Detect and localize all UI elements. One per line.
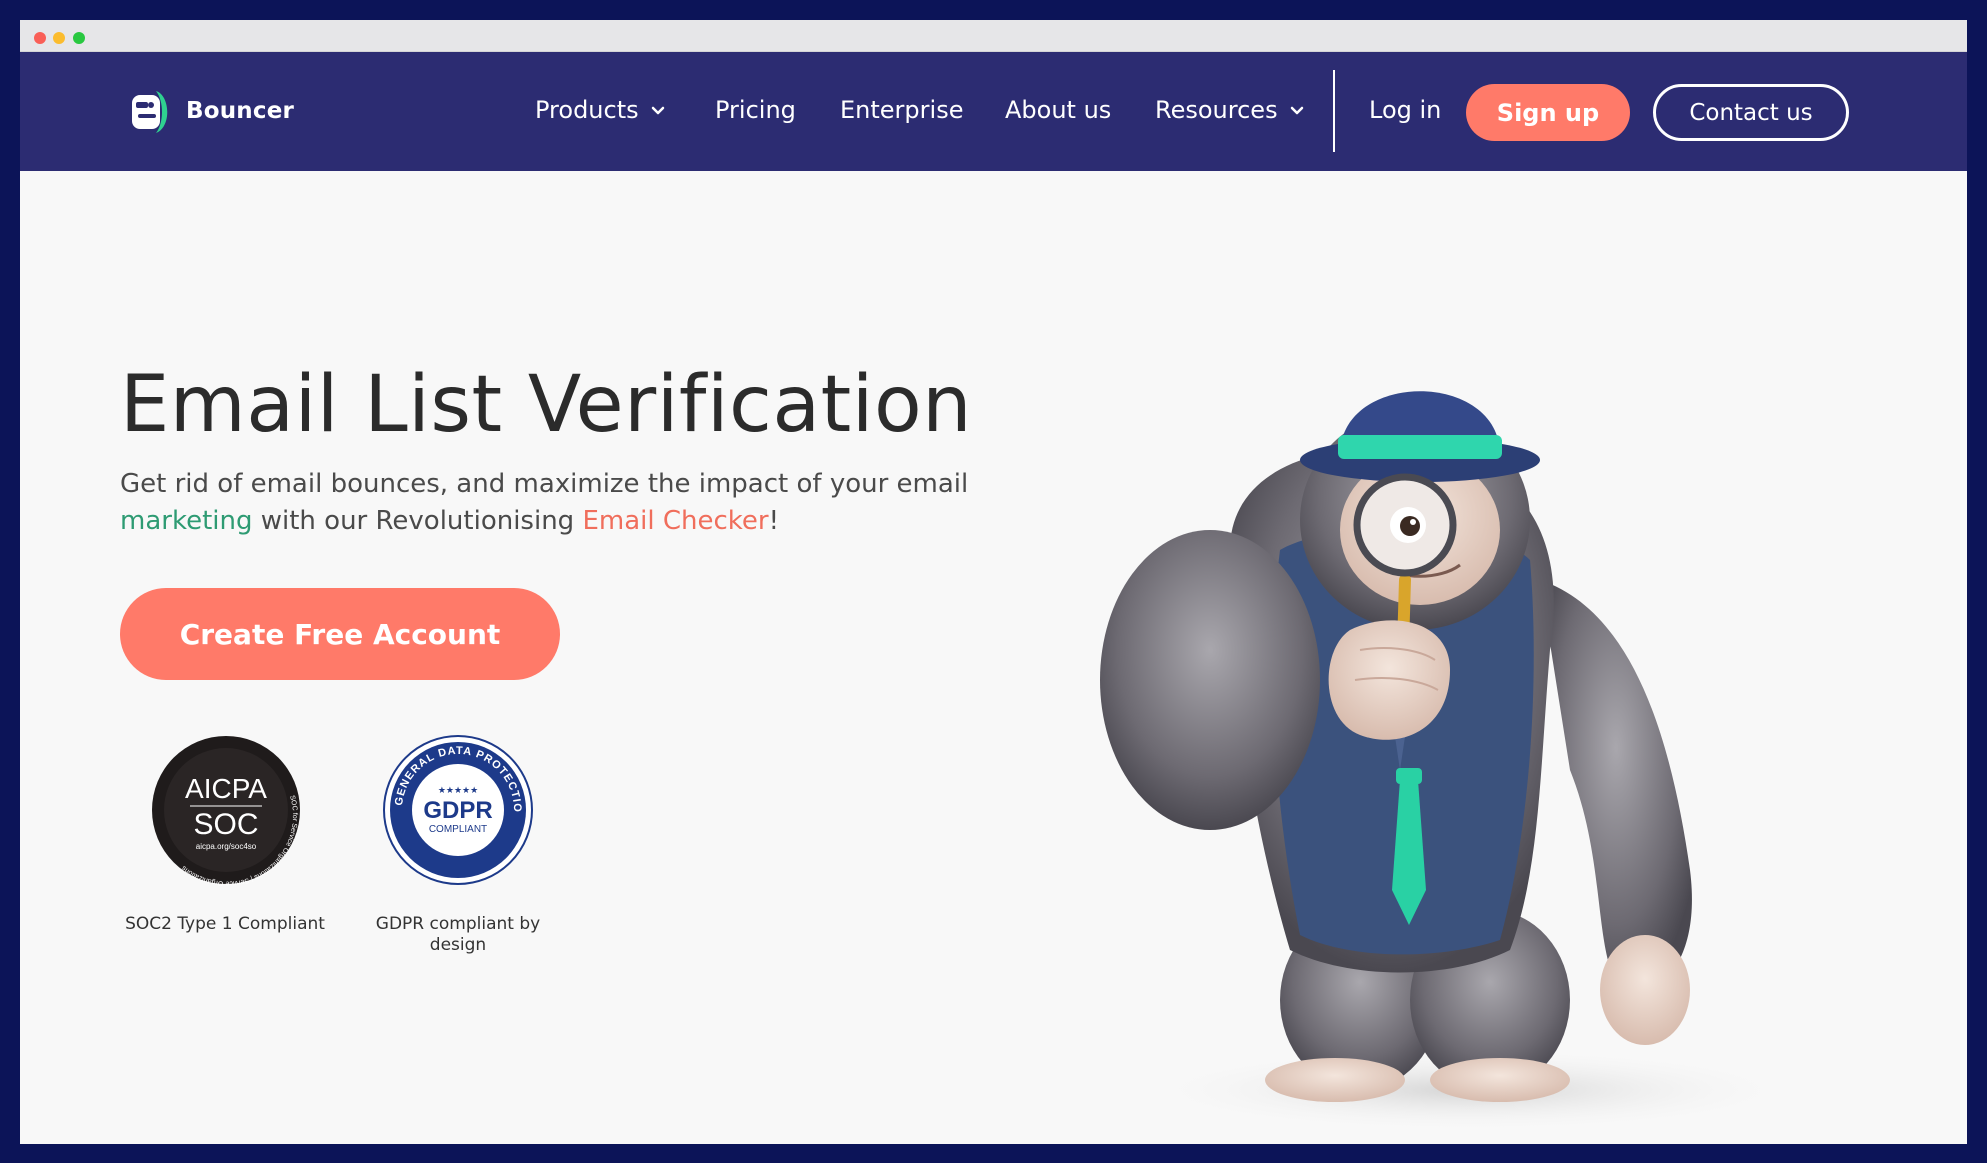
bouncer-logo-icon — [132, 91, 168, 133]
nav-divider — [1333, 70, 1335, 152]
brand-name: Bouncer — [186, 98, 295, 124]
aicpa-soc-badge-icon: AICPA SOC aicpa.org/soc4so SOC for Servi… — [152, 736, 300, 886]
gdpr-badge-icon: GENERAL DATA PROTECTION REGULATION ★★★★★… — [382, 734, 533, 885]
nav-pricing[interactable]: Pricing — [715, 96, 796, 124]
nav-resources[interactable]: Resources — [1155, 96, 1304, 124]
contact-us-button[interactable]: Contact us — [1653, 84, 1849, 141]
maximize-window-button[interactable] — [73, 32, 85, 44]
chevron-down-icon — [1290, 106, 1303, 114]
gdpr-stars: ★★★★★ — [438, 786, 478, 796]
nav-products-label: Products — [535, 96, 639, 124]
chevron-down-icon — [651, 106, 664, 114]
aicpa-line2: SOC — [193, 808, 258, 841]
nav-pricing-label: Pricing — [715, 96, 796, 124]
close-window-button[interactable] — [34, 32, 46, 44]
gdpr-sub: COMPLIANT — [429, 824, 487, 835]
hero-subtitle-text: ! — [768, 506, 780, 536]
nav-enterprise-label: Enterprise — [840, 96, 964, 124]
login-label: Log in — [1369, 96, 1442, 124]
hero-subtitle-text: Get rid of email bounces, and maximize t… — [120, 469, 969, 499]
create-free-account-button[interactable]: Create Free Account — [120, 588, 560, 680]
hero-highlight-email-checker: Email Checker — [582, 506, 769, 536]
minimize-window-button[interactable] — [53, 32, 65, 44]
nav-about-us-label: About us — [1005, 96, 1112, 124]
hero-subtitle-text: with our Revolutionising — [252, 506, 583, 536]
browser-window: Bouncer Products Pricing Enterprise Abou… — [20, 20, 1967, 1144]
aicpa-url: aicpa.org/soc4so — [196, 842, 257, 851]
login-link[interactable]: Log in — [1369, 96, 1441, 124]
hero-highlight-marketing: marketing — [120, 506, 253, 536]
nav-enterprise[interactable]: Enterprise — [840, 96, 963, 124]
aicpa-line1: AICPA — [185, 773, 267, 804]
nav-about-us[interactable]: About us — [1005, 96, 1111, 124]
nav-resources-label: Resources — [1155, 96, 1278, 124]
window-titlebar — [20, 20, 1967, 52]
hero-title: Email List Verification — [120, 360, 973, 450]
gorilla-mascot-icon — [1100, 391, 1800, 1132]
top-navbar: Bouncer Products Pricing Enterprise Abou… — [20, 52, 1967, 171]
brand-logo-link[interactable]: Bouncer — [126, 87, 294, 135]
soc2-caption: SOC2 Type 1 Compliant — [125, 914, 325, 934]
gdpr-caption: GDPR compliant by design — [375, 914, 541, 955]
hero-subtitle: Get rid of email bounces, and maximize t… — [120, 466, 980, 540]
signup-button[interactable]: Sign up — [1466, 84, 1630, 141]
gdpr-main: GDPR — [423, 797, 492, 824]
nav-products[interactable]: Products — [535, 96, 665, 124]
